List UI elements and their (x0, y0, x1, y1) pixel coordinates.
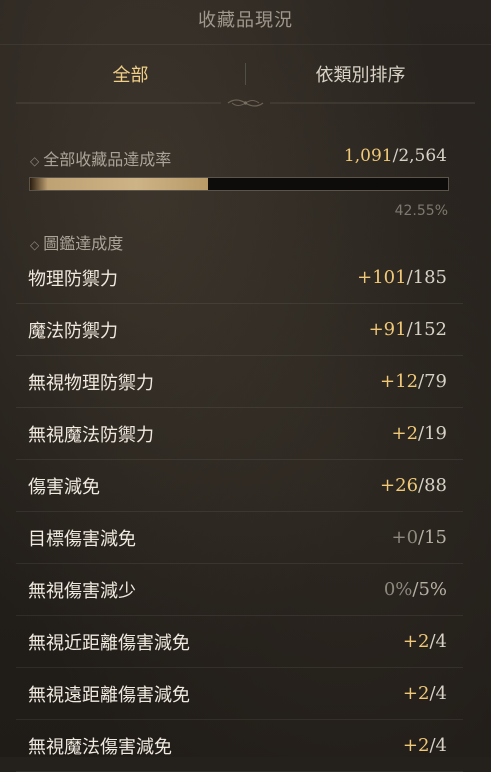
stat-max: /152 (406, 319, 447, 340)
stat-row: 目標傷害減免 +0/15 (16, 512, 463, 564)
stat-current: +2 (402, 683, 430, 704)
stat-row: 無視遠距離傷害減免 +2/4 (16, 668, 463, 720)
completion-total: 2,564 (398, 146, 447, 166)
stat-row: 無視魔法傷害減免 +2/4 (16, 720, 463, 772)
stat-value: +91/152 (369, 319, 447, 340)
stat-row: 魔法防禦力 +91/152 (16, 304, 463, 356)
stat-name: 目標傷害減免 (28, 528, 136, 550)
stat-value: +0/15 (391, 527, 447, 548)
stat-current: +26 (380, 475, 419, 496)
stat-value: +2/4 (403, 683, 447, 704)
stat-name: 物理防禦力 (28, 268, 118, 290)
stat-max: /185 (406, 267, 447, 288)
stat-current: +0 (391, 527, 419, 548)
stat-row: 物理防禦力 +101/185 (16, 252, 463, 304)
stat-value: +2/4 (403, 631, 447, 652)
stat-name: 無視物理防禦力 (28, 372, 154, 394)
stat-max: /88 (418, 475, 447, 496)
tab-by-category[interactable]: 依類別排序 (246, 61, 475, 87)
stat-value: 0%/5% (384, 579, 447, 600)
stat-max: /4 (429, 683, 447, 704)
stat-max: /4 (429, 631, 447, 652)
stat-value: +2/19 (391, 423, 447, 444)
codex-label: ◇ 圖鑑達成度 (30, 234, 124, 253)
stat-current: +2 (391, 423, 419, 444)
header-divider (0, 44, 491, 45)
stat-value: +2/4 (403, 735, 447, 756)
stat-row: 無視魔法防禦力 +2/19 (16, 408, 463, 460)
completion-label: ◇ 全部收藏品達成率 (30, 150, 172, 169)
stat-row: 無視傷害減少 0%/5% (16, 564, 463, 616)
stat-max: /19 (418, 423, 447, 444)
stat-name: 無視遠距離傷害減免 (28, 684, 190, 706)
completion-progress-bar (29, 177, 449, 191)
completion-current: 1,091 (343, 146, 393, 166)
diamond-icon: ◇ (30, 154, 40, 168)
stat-max: /4 (429, 735, 447, 756)
stat-name: 無視傷害減少 (28, 580, 136, 602)
stat-max: /5% (412, 579, 447, 600)
stat-current: +91 (368, 319, 407, 340)
stat-row: 無視物理防禦力 +12/79 (16, 356, 463, 408)
stat-name: 無視魔法傷害減免 (28, 736, 172, 758)
stat-current: 0% (383, 579, 413, 600)
stat-row: 無視近距離傷害減免 +2/4 (16, 616, 463, 668)
stat-name: 無視魔法防禦力 (28, 424, 154, 446)
stat-current: +101 (357, 267, 407, 288)
stat-current: +2 (402, 631, 430, 652)
tab-all[interactable]: 全部 (16, 61, 245, 87)
tab-bar: 全部 依類別排序 (16, 50, 475, 98)
completion-percent: 42.55% (394, 203, 448, 219)
completion-progress-fill (30, 178, 208, 190)
stat-value: +26/88 (380, 475, 447, 496)
stat-name: 無視近距離傷害減免 (28, 632, 190, 654)
stat-name: 傷害減免 (28, 476, 100, 498)
stat-max: /79 (418, 371, 447, 392)
stat-row: 傷害減免 +26/88 (16, 460, 463, 512)
completion-count: 1,091/2,564 (344, 146, 447, 166)
stat-list: 物理防禦力 +101/185 魔法防禦力 +91/152 無視物理防禦力 +12… (16, 252, 463, 772)
ornament-divider (16, 99, 475, 107)
stat-value: +12/79 (380, 371, 447, 392)
stat-max: /15 (418, 527, 447, 548)
stat-name: 魔法防禦力 (28, 320, 118, 342)
stat-current: +2 (402, 735, 430, 756)
stat-current: +12 (380, 371, 419, 392)
diamond-icon: ◇ (30, 238, 40, 252)
page-title: 收藏品現況 (198, 10, 293, 31)
stat-value: +101/185 (357, 267, 447, 288)
